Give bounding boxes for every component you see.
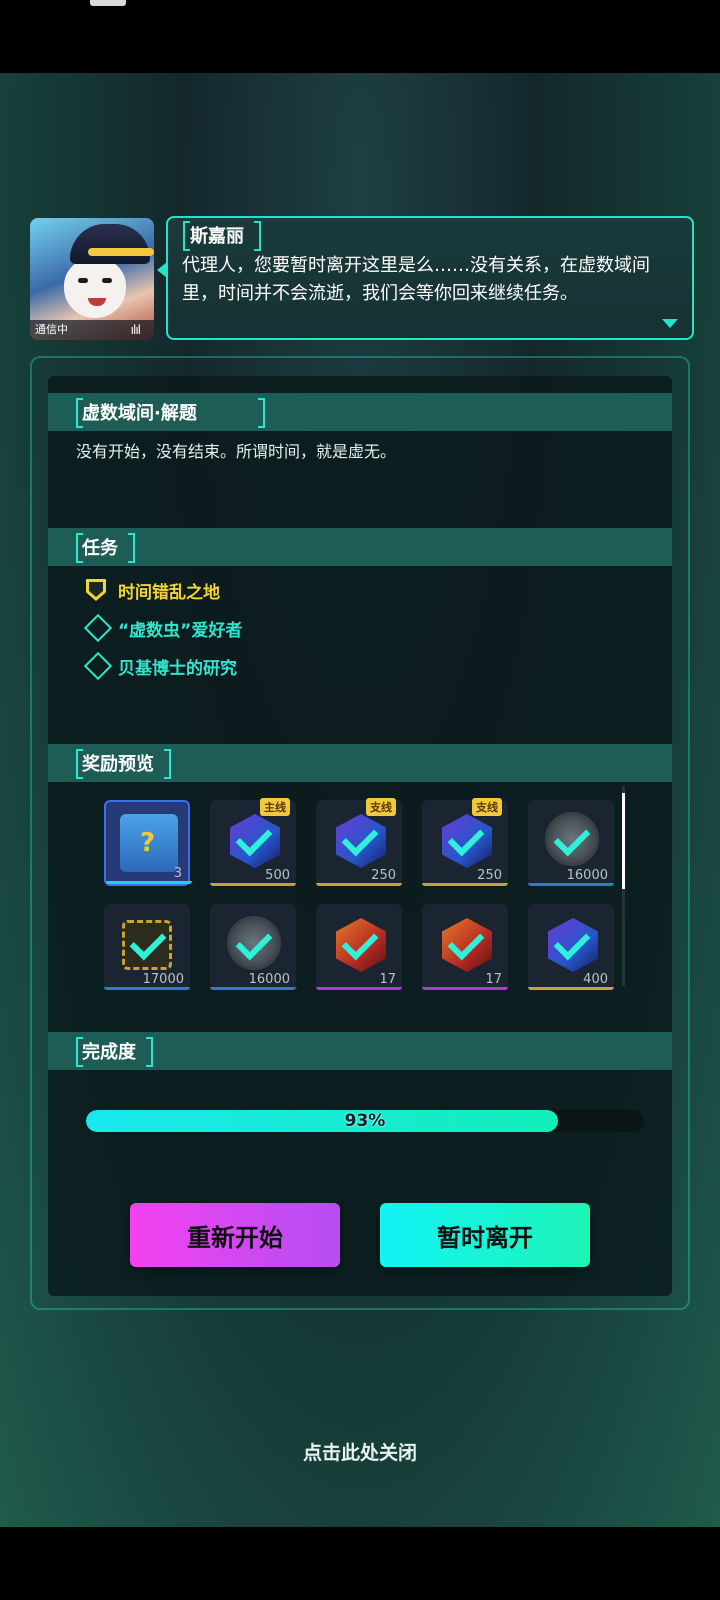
rewards-title: 奖励预览 — [82, 754, 154, 775]
reward-slot[interactable]: 支线 250 — [422, 798, 508, 886]
reward-qty: 250 — [477, 868, 502, 883]
puzzle-section-header: 虚数域间·解题 — [48, 393, 672, 431]
puzzle-description: 没有开始，没有结束。所谓时间，就是虚无。 — [76, 442, 397, 461]
mission-item-side[interactable]: 贝基博士的研究 — [83, 651, 237, 681]
quest-type-tag: 主线 — [260, 798, 290, 816]
puzzle-title: 虚数域间·解题 — [82, 403, 197, 424]
main-quest-shield-icon — [86, 579, 108, 601]
reward-qty: 250 — [371, 868, 396, 883]
completion-section-header: 完成度 — [48, 1032, 672, 1070]
avatar-hat-brim — [88, 248, 154, 256]
next-dialog-arrow-icon[interactable] — [662, 319, 678, 328]
reward-qty: 17000 — [142, 972, 184, 987]
bracket-right — [128, 533, 135, 563]
rarity-bar — [106, 881, 192, 884]
restart-button[interactable]: 重新开始 — [130, 1203, 340, 1267]
reward-slot[interactable]: 400 — [528, 904, 614, 990]
status-bar — [0, 0, 720, 73]
rarity-bar — [422, 883, 508, 886]
reward-qty: 16000 — [566, 868, 608, 883]
quest-type-tag: 支线 — [472, 798, 502, 816]
avatar-eye — [78, 278, 88, 283]
status-indicator — [90, 0, 126, 6]
rarity-bar — [104, 987, 190, 990]
reward-qty: 400 — [583, 972, 608, 987]
mission-label: “虚数虫”爱好者 — [118, 620, 243, 641]
rewards-scroll-thumb[interactable] — [622, 793, 625, 889]
missions-section-header: 任务 — [48, 528, 672, 566]
tap-to-close-hint[interactable]: 点击此处关闭 — [0, 1438, 720, 1465]
rarity-bar — [528, 987, 614, 990]
avatar-hat — [70, 224, 150, 264]
dialog-text: 代理人，您要暂时离开这里是么……没有关系，在虚数域间里，时间并不会流逝，我们会等… — [182, 255, 650, 304]
audio-wave-icon: ılıl — [130, 323, 141, 337]
rarity-bar — [210, 987, 296, 990]
reward-qty: 500 — [265, 868, 290, 883]
mission-item-main[interactable]: 时间错乱之地 — [86, 575, 220, 605]
completion-title: 完成度 — [82, 1042, 136, 1063]
side-quest-diamond-icon — [83, 651, 113, 681]
reward-slot[interactable]: 16000 — [210, 904, 296, 990]
bracket-right — [164, 749, 171, 779]
mission-item-side[interactable]: “虚数虫”爱好者 — [83, 613, 243, 643]
mission-label: 贝基博士的研究 — [118, 658, 237, 679]
reward-qty: 3 — [173, 866, 182, 881]
rarity-bar — [210, 883, 296, 886]
avatar-face — [64, 258, 126, 318]
rarity-bar — [422, 987, 508, 990]
bracket-right — [146, 1037, 153, 1067]
reward-slot[interactable]: ? 3 — [104, 800, 192, 886]
speaker-avatar: 通信中 ılıl — [30, 218, 154, 340]
bottom-bar — [0, 1527, 720, 1600]
reward-qty: 16000 — [248, 972, 290, 987]
speaker-name: 斯嘉丽 — [190, 226, 244, 247]
reward-slot[interactable]: 17 — [316, 904, 402, 990]
reward-qty: 17 — [379, 972, 396, 987]
mission-label: 时间错乱之地 — [118, 582, 220, 603]
reward-slot[interactable]: 主线 500 — [210, 798, 296, 886]
quest-type-tag: 支线 — [366, 798, 396, 816]
rewards-grid: ? 3 主线 500 支线 250 支线 250 16000 17000 160… — [104, 798, 614, 1000]
progress-label: 93% — [344, 1111, 386, 1131]
leave-temporarily-button[interactable]: 暂时离开 — [380, 1203, 590, 1267]
rarity-bar — [316, 883, 402, 886]
rarity-bar — [528, 883, 614, 886]
reward-slot[interactable]: 17 — [422, 904, 508, 990]
reward-slot[interactable]: 17000 — [104, 904, 190, 990]
speaker-bracket-right — [254, 221, 261, 251]
dialog-bubble[interactable]: 斯嘉丽 代理人，您要暂时离开这里是么……没有关系，在虚数域间里，时间并不会流逝，… — [157, 216, 694, 340]
completion-progress-bar: 93% — [86, 1110, 644, 1132]
reward-qty: 17 — [485, 972, 502, 987]
bracket-right — [258, 398, 265, 428]
missions-title: 任务 — [82, 538, 118, 559]
reward-slot[interactable]: 16000 — [528, 800, 614, 886]
mystery-chest-icon: ? — [120, 814, 178, 872]
avatar-eye — [102, 278, 112, 283]
side-quest-diamond-icon — [83, 613, 113, 643]
comm-status-label: 通信中 — [35, 323, 68, 336]
rarity-bar — [316, 987, 402, 990]
reward-slot[interactable]: 支线 250 — [316, 798, 402, 886]
rewards-section-header: 奖励预览 — [48, 744, 672, 782]
